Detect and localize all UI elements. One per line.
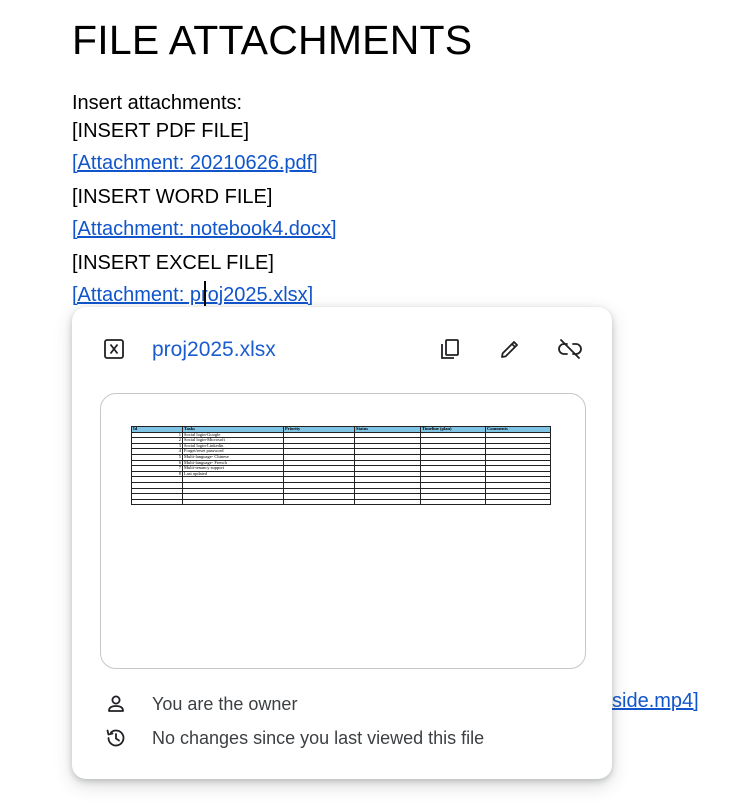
unlink-icon	[558, 339, 582, 359]
text-cursor	[204, 281, 206, 306]
attachment-link-word[interactable]: [Attachment: notebook4.docx]	[72, 216, 337, 242]
changes-info-row: No changes since you last viewed this fi…	[72, 723, 612, 753]
preview-cell	[420, 498, 486, 506]
doc-line-insert-excel: [INSERT EXCEL FILE]	[72, 252, 274, 274]
spreadsheet-preview: Id Tasks Priority Status Timeline (plan)…	[131, 426, 551, 506]
excel-file-icon	[104, 339, 124, 359]
owner-text: You are the owner	[152, 694, 298, 714]
attachment-link-excel[interactable]: [Attachment: proj2025.xlsx]	[72, 282, 313, 308]
popup-file-name-link[interactable]: proj2025.xlsx	[152, 337, 276, 363]
preview-cell	[354, 498, 421, 506]
preview-cell	[283, 498, 355, 506]
file-preview-thumbnail[interactable]: Id Tasks Priority Status Timeline (plan)…	[100, 393, 586, 669]
preview-cell	[131, 498, 183, 506]
copy-link-button[interactable]	[434, 333, 466, 365]
link-preview-popup: proj2025.xlsx Id Tasks Priority Status T…	[72, 307, 612, 779]
preview-table: Id Tasks Priority Status Timeline (plan)…	[131, 426, 551, 506]
popup-header: proj2025.xlsx	[72, 307, 612, 393]
pencil-icon	[501, 341, 518, 358]
document-title: FILE ATTACHMENTS	[72, 17, 473, 63]
history-icon	[106, 729, 125, 747]
preview-cell	[485, 498, 551, 506]
remove-link-button[interactable]	[554, 333, 586, 365]
changes-text: No changes since you last viewed this fi…	[152, 728, 485, 748]
doc-line-insert-pdf: [INSERT PDF FILE]	[72, 120, 250, 142]
doc-line-insert-word: [INSERT WORD FILE]	[72, 186, 273, 208]
person-icon	[108, 695, 124, 712]
doc-line-insert-attachments: Insert attachments:	[72, 92, 243, 114]
preview-row	[131, 498, 551, 506]
owner-info-row: You are the owner	[72, 689, 612, 719]
preview-cell	[182, 498, 284, 506]
copy-icon	[441, 339, 459, 359]
edit-link-button[interactable]	[494, 333, 526, 365]
attachment-link-pdf[interactable]: [Attachment: 20210626.pdf]	[72, 150, 318, 176]
attachment-link-video-partial[interactable]: side.mp4]	[612, 688, 699, 714]
